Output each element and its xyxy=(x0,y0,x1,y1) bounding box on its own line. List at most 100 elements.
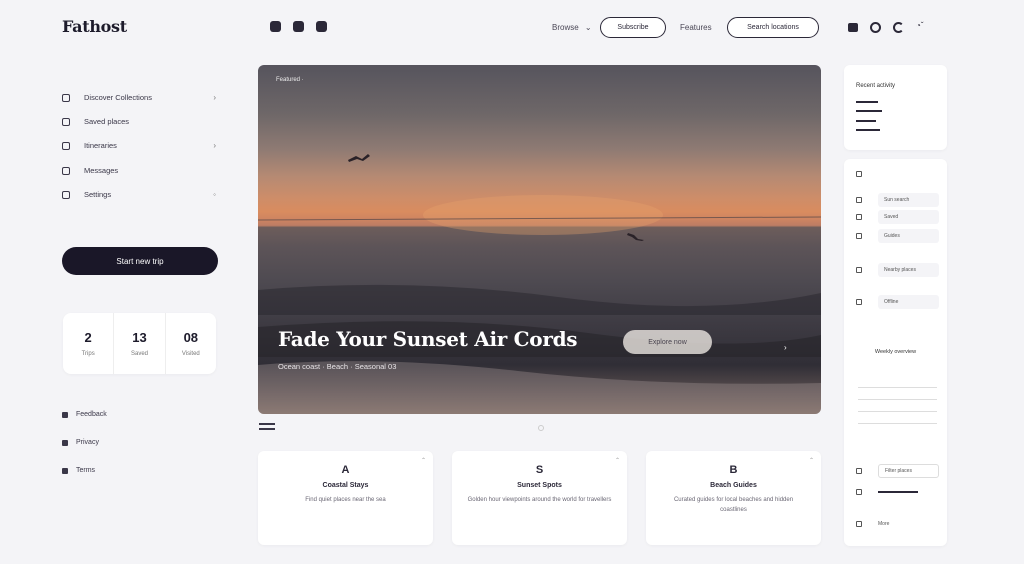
feature-card[interactable]: ⌃ A Coastal Stays Find quiet places near… xyxy=(258,451,433,545)
gear-icon xyxy=(62,190,70,199)
panel-row[interactable]: Guides xyxy=(856,229,939,243)
user-menu-icon[interactable]: ◔ˇ xyxy=(916,21,934,33)
close-icon[interactable]: ⌃ xyxy=(421,457,426,464)
feedback-icon xyxy=(62,411,68,418)
sidebar-item-saved[interactable]: Saved places xyxy=(62,117,216,126)
stat-value: 08 xyxy=(183,330,199,345)
feature-card[interactable]: ⌃ S Sunset Spots Golden hour viewpoints … xyxy=(452,451,627,545)
card-title: Beach Guides xyxy=(710,482,757,489)
stat-value: 13 xyxy=(132,330,147,345)
stat-label: Saved xyxy=(130,351,148,357)
card-title: Sunset Spots xyxy=(517,482,562,489)
stat-label: Trips xyxy=(81,351,95,357)
subscribe-button[interactable]: Subscribe xyxy=(600,17,666,38)
filter-input[interactable]: Filter places xyxy=(878,464,939,478)
refresh-icon[interactable] xyxy=(893,21,904,33)
footer-link-terms[interactable]: Terms xyxy=(62,467,95,474)
filter-input-row[interactable]: Filter places xyxy=(856,464,939,478)
card-title: Coastal Stays xyxy=(322,482,369,489)
bag-icon[interactable] xyxy=(848,22,858,32)
footer-link-label: Terms xyxy=(76,467,96,474)
stat-saved[interactable]: 13 Saved xyxy=(114,313,166,374)
panel-row-label: Saved xyxy=(878,210,939,224)
start-trip-button[interactable]: Start new trip xyxy=(62,247,218,275)
menu-icon[interactable] xyxy=(259,423,275,433)
chevron-right-icon: › xyxy=(213,93,216,102)
activity-bar xyxy=(856,129,880,131)
sidebar-item-label: Discover Collections xyxy=(84,93,152,102)
close-icon[interactable]: ⌃ xyxy=(809,457,814,464)
bird-icon xyxy=(627,233,644,241)
window-controls xyxy=(270,21,327,32)
hero-subtitle: Ocean coast · Beach · Seasonal 03 xyxy=(278,362,397,371)
next-arrow-icon[interactable]: › xyxy=(784,343,787,352)
toggle-icon: ◦ xyxy=(213,190,216,199)
footer-link-label: Feedback xyxy=(76,411,107,418)
control-dot-icon[interactable] xyxy=(293,21,304,32)
sidebar-item-itineraries[interactable]: Itineraries › xyxy=(62,141,216,150)
footer-link-label: Privacy xyxy=(76,439,99,446)
divider xyxy=(858,387,937,388)
home-icon[interactable] xyxy=(856,171,862,177)
footer-link-feedback[interactable]: Feedback xyxy=(62,411,107,418)
chat-icon xyxy=(62,166,70,175)
divider xyxy=(858,399,937,400)
explore-button[interactable]: Explore now xyxy=(623,330,712,354)
hero-banner[interactable]: Featured · Fade Your Sunset Air Cords Oc… xyxy=(258,65,821,414)
panel-footer[interactable]: More xyxy=(856,521,939,527)
panel-row[interactable]: Sun search xyxy=(856,193,939,207)
hero-tag: Featured · xyxy=(276,77,304,83)
panel-row[interactable]: Offline xyxy=(856,295,939,309)
activity-panel: Recent activity xyxy=(844,65,947,150)
chevron-down-icon: ⌄ xyxy=(584,23,592,32)
slider-icon xyxy=(856,489,862,495)
hero-title: Fade Your Sunset Air Cords xyxy=(278,327,578,351)
slider-row[interactable] xyxy=(856,489,939,495)
range-slider[interactable] xyxy=(878,491,918,493)
stats-card: 2 Trips 13 Saved 08 Visited xyxy=(63,313,216,374)
card-icon: B xyxy=(729,464,738,476)
divider xyxy=(858,423,937,424)
sidebar-item-messages[interactable]: Messages xyxy=(62,166,216,175)
activity-bar xyxy=(856,110,882,112)
stat-label: Visited xyxy=(181,351,200,357)
sun-icon xyxy=(856,197,862,203)
control-dot-icon[interactable] xyxy=(316,21,327,32)
panel-row[interactable]: Nearby places xyxy=(856,263,939,277)
sidebar-item-settings[interactable]: Settings ◦ xyxy=(62,190,216,199)
card-icon: A xyxy=(341,464,350,476)
panel-row-label: Offline xyxy=(878,295,939,309)
panel-row[interactable]: Saved xyxy=(856,210,939,224)
sidebar-item-label: Messages xyxy=(84,166,119,175)
more-link[interactable]: More xyxy=(878,521,889,527)
sidebar-item-collections[interactable]: Discover Collections › xyxy=(62,93,216,102)
panel-title: Recent activity xyxy=(856,83,896,89)
document-icon xyxy=(62,467,68,474)
activity-bar xyxy=(856,120,876,122)
activity-bar xyxy=(856,101,878,103)
footer-link-privacy[interactable]: Privacy xyxy=(62,439,99,446)
settings-icon[interactable] xyxy=(870,21,881,33)
divider xyxy=(858,411,937,412)
panel-header xyxy=(856,171,939,177)
nav-browse-link[interactable]: Browse ⌄ xyxy=(552,23,592,32)
carousel-indicator[interactable] xyxy=(538,425,544,431)
app-logo[interactable]: Fathost xyxy=(62,17,127,36)
bookmark-icon xyxy=(62,117,70,126)
book-icon xyxy=(856,233,862,239)
lock-icon xyxy=(62,439,68,446)
search-input[interactable]: Search locations xyxy=(727,17,819,38)
card-body: Curated guides for local beaches and hid… xyxy=(673,497,794,513)
close-icon[interactable]: ⌃ xyxy=(615,457,620,464)
control-dot-icon[interactable] xyxy=(270,21,281,32)
bookmark-icon xyxy=(856,214,862,220)
grid-icon xyxy=(62,93,70,102)
filter-panel: Sun search Saved Guides Nearby places Of… xyxy=(844,159,947,546)
sidebar-item-label: Settings xyxy=(84,190,112,199)
nav-features-link[interactable]: Features xyxy=(680,23,712,32)
stat-visited[interactable]: 08 Visited xyxy=(166,313,216,374)
stat-trips[interactable]: 2 Trips xyxy=(63,313,115,374)
bird-icon xyxy=(348,154,370,162)
stat-value: 2 xyxy=(84,330,92,345)
feature-card[interactable]: ⌃ B Beach Guides Curated guides for loca… xyxy=(646,451,821,545)
